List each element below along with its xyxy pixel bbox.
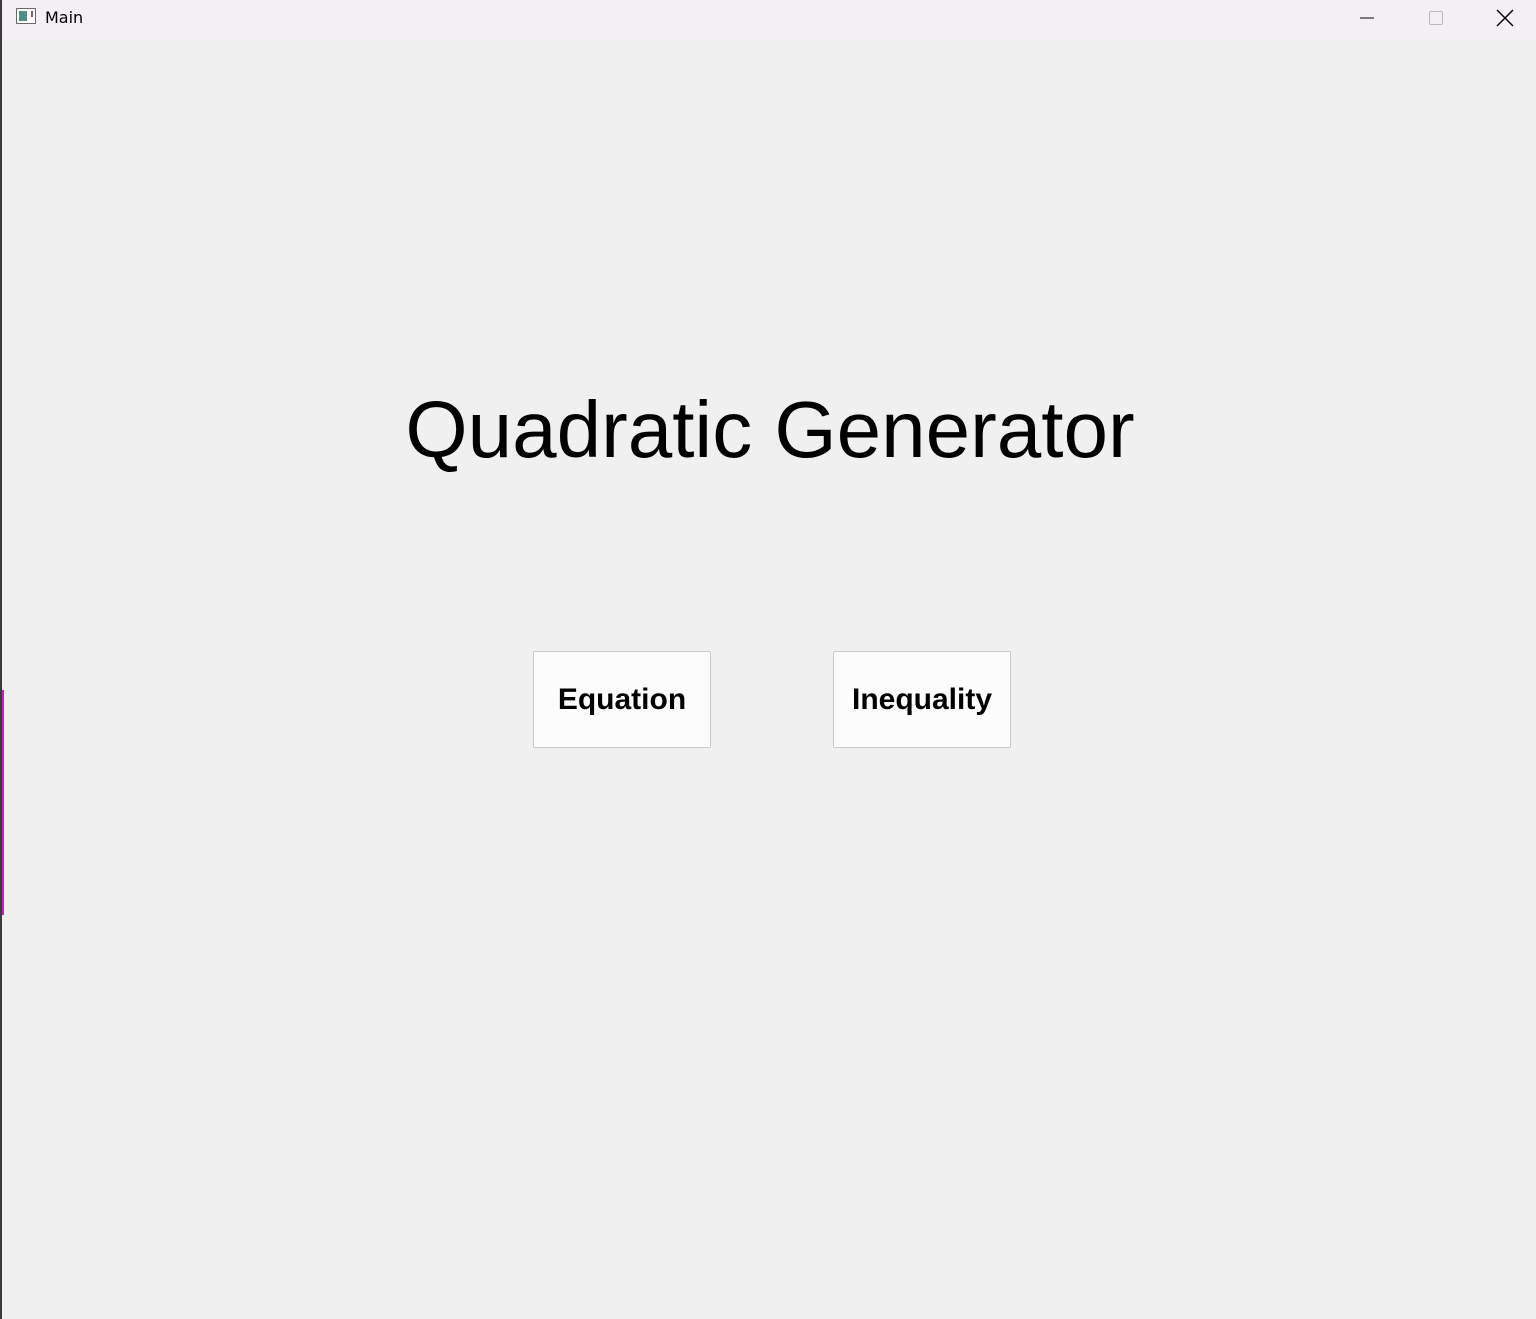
- window-title: Main: [45, 8, 84, 27]
- close-button[interactable]: [1470, 0, 1536, 36]
- app-icon: [16, 8, 36, 24]
- equation-button[interactable]: Equation: [533, 651, 711, 748]
- app-window: Main Quadratic Generator Equation Inequa…: [0, 0, 1536, 1319]
- minimize-button[interactable]: [1332, 0, 1402, 36]
- window-edge-accent: [2, 690, 4, 915]
- maximize-icon: [1429, 11, 1443, 25]
- minimize-icon: [1360, 17, 1374, 19]
- title-bar[interactable]: Main: [4, 0, 1536, 38]
- maximize-button[interactable]: [1401, 0, 1471, 36]
- page-title: Quadratic Generator: [405, 385, 1135, 474]
- close-icon: [1496, 9, 1514, 27]
- inequality-button[interactable]: Inequality: [833, 651, 1011, 748]
